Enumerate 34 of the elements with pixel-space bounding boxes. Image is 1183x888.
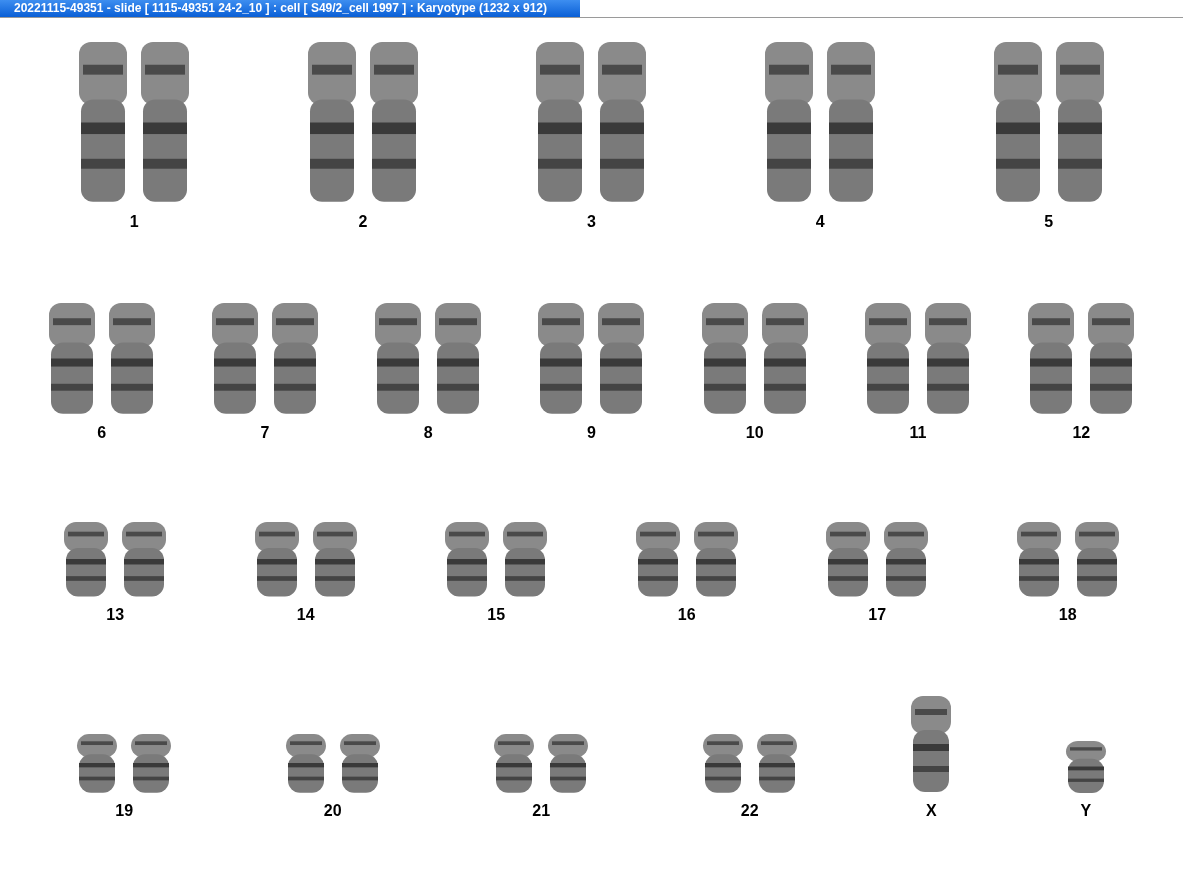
- chromosome-number: 17: [868, 606, 887, 624]
- window-title: 20221115-49351 - slide [ 1115-49351 24-2_10 ] : cell [ S49/2_cell 1997 ] : Karyotype (1232 x 912): [0, 0, 580, 17]
- chromosome-number: 14: [296, 606, 315, 624]
- chromosome-drawing: [754, 732, 799, 794]
- chromosome-number: 4: [815, 213, 825, 231]
- chromosome-number: 7: [260, 424, 270, 442]
- chromosome-number: 12: [1072, 424, 1091, 442]
- chromosome-number: 2: [358, 213, 368, 231]
- chromosome-drawing: [492, 732, 537, 794]
- chromosome-drawing: [546, 732, 591, 794]
- chromosome-number: 8: [423, 424, 433, 442]
- chromosome-drawing: [283, 732, 328, 794]
- chromosome-number: X: [925, 802, 937, 820]
- chromosome-number: 18: [1058, 606, 1077, 624]
- chromosome-number: 13: [106, 606, 125, 624]
- chromosome-number: 6: [97, 424, 107, 442]
- chromosome-number: 11: [909, 424, 927, 442]
- chromosome-number: 9: [587, 424, 596, 442]
- chromosome-number: Y: [1080, 802, 1092, 820]
- chromosome-number: 22: [740, 802, 759, 820]
- chromosome-number: 21: [532, 802, 551, 820]
- chromosome-drawing: [1063, 739, 1108, 794]
- chromosome-drawing: [75, 732, 120, 794]
- chromosome-number: 15: [487, 606, 506, 624]
- chromosome-drawing: [700, 732, 745, 794]
- chromosome-drawing: [337, 732, 382, 794]
- chromosome-number: 5: [1044, 213, 1054, 231]
- chromosome-number: 3: [587, 213, 596, 231]
- chromosome-number: 10: [745, 424, 764, 442]
- chromosome-number: 19: [115, 802, 134, 820]
- chromosome-number: 16: [677, 606, 696, 624]
- chromosome-drawing: [129, 732, 174, 794]
- chromosome-number: 20: [323, 802, 342, 820]
- chromosome-number: 1: [129, 213, 139, 231]
